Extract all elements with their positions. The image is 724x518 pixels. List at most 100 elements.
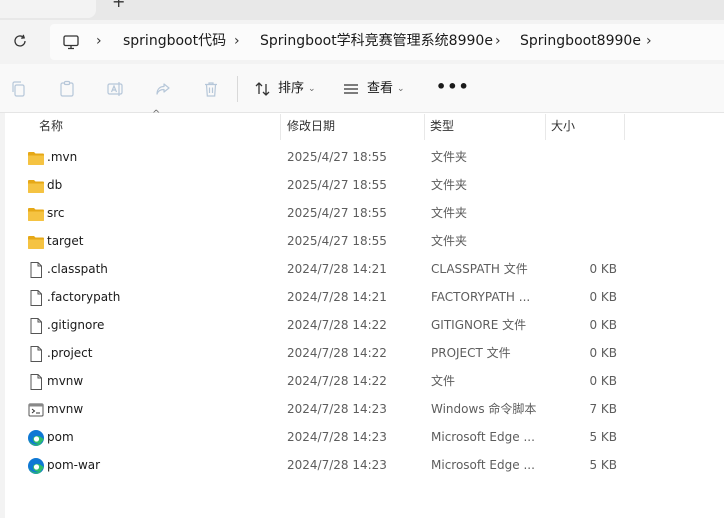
refresh-icon[interactable] bbox=[11, 32, 29, 50]
file-type: 文件夹 bbox=[431, 234, 468, 248]
file-name: .classpath bbox=[47, 262, 108, 276]
view-label: 查看 bbox=[367, 81, 394, 96]
file-size: 0 KB bbox=[589, 346, 617, 360]
breadcrumb-item-current[interactable]: Springboot8990e bbox=[520, 33, 641, 50]
table-row[interactable]: mvnw 2024/7/28 14:23 Windows 命令脚本 7 KB bbox=[5, 396, 724, 424]
file-modified-date: 2024/7/28 14:21 bbox=[287, 290, 387, 304]
file-name: pom-war bbox=[47, 458, 101, 472]
edge-icon bbox=[27, 429, 45, 447]
file-name: src bbox=[47, 206, 65, 220]
column-header-size[interactable]: 大小 bbox=[551, 119, 575, 134]
toolbar-divider bbox=[237, 76, 238, 102]
rename-icon[interactable] bbox=[106, 80, 124, 98]
file-size: 0 KB bbox=[589, 318, 617, 332]
file-modified-date: 2024/7/28 14:21 bbox=[287, 262, 387, 276]
file-modified-date: 2025/4/27 18:55 bbox=[287, 178, 387, 192]
cmd-script-icon bbox=[27, 401, 45, 419]
paste-icon[interactable] bbox=[58, 80, 76, 98]
file-modified-date: 2024/7/28 14:23 bbox=[287, 458, 387, 472]
file-modified-date: 2025/4/27 18:55 bbox=[287, 150, 387, 164]
table-row[interactable]: .gitignore 2024/7/28 14:22 GITIGNORE 文件 0 K… bbox=[5, 312, 724, 340]
copy-icon[interactable] bbox=[10, 80, 28, 98]
file-size: 0 KB bbox=[589, 374, 617, 388]
file-icon bbox=[27, 317, 45, 335]
file-name: .gitignore bbox=[47, 318, 105, 332]
table-row[interactable]: .project 2024/7/28 14:22 PROJECT 文件 0 KB bbox=[5, 340, 724, 368]
file-type: CLASSPATH 文件 bbox=[431, 262, 528, 276]
edge-icon bbox=[27, 457, 45, 475]
delete-icon[interactable] bbox=[202, 80, 220, 98]
file-type: 文件夹 bbox=[431, 150, 468, 164]
file-modified-date: 2024/7/28 14:22 bbox=[287, 318, 387, 332]
folder-icon bbox=[27, 233, 45, 251]
file-name: .project bbox=[47, 346, 93, 360]
breadcrumb-chevron-icon[interactable]: › bbox=[646, 33, 656, 49]
folder-icon bbox=[27, 149, 45, 167]
sort-ascending-icon: ^ bbox=[152, 109, 161, 120]
file-name: .mvn bbox=[47, 150, 78, 164]
this-pc-icon[interactable] bbox=[62, 33, 80, 51]
view-button[interactable]: 查看 ⌄ bbox=[343, 78, 407, 100]
table-row[interactable]: target 2025/4/27 18:55 文件夹 bbox=[5, 228, 724, 256]
sort-icon bbox=[255, 82, 270, 96]
file-modified-date: 2024/7/28 14:22 bbox=[287, 346, 387, 360]
column-header-name[interactable]: 名称 bbox=[39, 119, 63, 134]
file-icon bbox=[27, 345, 45, 363]
file-size: 5 KB bbox=[589, 430, 617, 444]
breadcrumb-item-project[interactable]: Springboot学科竞赛管理系统8990e bbox=[260, 33, 493, 50]
column-divider[interactable] bbox=[624, 114, 625, 140]
file-type: Microsoft Edge ... bbox=[431, 430, 535, 444]
file-size: 0 KB bbox=[589, 290, 617, 304]
folder-icon bbox=[27, 205, 45, 223]
column-header-date[interactable]: 修改日期 bbox=[287, 119, 335, 134]
address-bar-row: › springboot代码 › Springboot学科竞赛管理系统8990e… bbox=[0, 20, 724, 64]
view-list-icon bbox=[344, 84, 358, 94]
file-size: 5 KB bbox=[589, 458, 617, 472]
sort-label: 排序 bbox=[278, 81, 305, 96]
breadcrumb-item-springboot[interactable]: springboot代码 bbox=[123, 33, 226, 50]
new-tab-icon[interactable]: + bbox=[112, 0, 125, 10]
column-divider[interactable] bbox=[545, 114, 546, 140]
file-type: GITIGNORE 文件 bbox=[431, 318, 527, 332]
file-type: PROJECT 文件 bbox=[431, 346, 511, 360]
active-tab[interactable]: × bbox=[0, 0, 96, 18]
table-row[interactable]: db 2025/4/27 18:55 文件夹 bbox=[5, 172, 724, 200]
file-type: FACTORYPATH ... bbox=[431, 290, 531, 304]
file-size: 7 KB bbox=[589, 402, 617, 416]
column-header-type[interactable]: 类型 bbox=[430, 119, 454, 134]
column-header-row: ^ 名称 修改日期 类型 大小 bbox=[5, 109, 724, 141]
file-icon bbox=[27, 373, 45, 391]
chevron-down-icon: ⌄ bbox=[308, 84, 316, 94]
breadcrumb-chevron-icon[interactable]: › bbox=[495, 33, 505, 49]
command-bar: 排序 ⌄ 查看 ⌄ ••• bbox=[0, 64, 724, 113]
address-bar[interactable]: › springboot代码 › Springboot学科竞赛管理系统8990e… bbox=[50, 24, 724, 60]
file-modified-date: 2024/7/28 14:23 bbox=[287, 402, 387, 416]
file-modified-date: 2025/4/27 18:55 bbox=[287, 206, 387, 220]
table-row[interactable]: mvnw 2024/7/28 14:22 文件 0 KB bbox=[5, 368, 724, 396]
table-row[interactable]: .mvn 2025/4/27 18:55 文件夹 bbox=[5, 144, 724, 172]
table-row[interactable]: .classpath 2024/7/28 14:21 CLASSPATH 文件 0 K… bbox=[5, 256, 724, 284]
file-modified-date: 2024/7/28 14:22 bbox=[287, 374, 387, 388]
file-type: 文件夹 bbox=[431, 178, 468, 192]
file-size: 0 KB bbox=[589, 262, 617, 276]
column-divider[interactable] bbox=[424, 114, 425, 140]
file-name: .factorypath bbox=[47, 290, 121, 304]
file-type: Windows 命令脚本 bbox=[431, 402, 537, 416]
table-row[interactable]: .factorypath 2024/7/28 14:21 FACTORYPATH .… bbox=[5, 284, 724, 312]
table-row[interactable]: src 2025/4/27 18:55 文件夹 bbox=[5, 200, 724, 228]
breadcrumb-chevron-icon[interactable]: › bbox=[96, 33, 106, 49]
file-name: pom bbox=[47, 430, 74, 444]
file-name: db bbox=[47, 178, 63, 192]
chevron-down-icon: ⌄ bbox=[397, 84, 405, 94]
folder-icon bbox=[27, 177, 45, 195]
share-icon[interactable] bbox=[154, 80, 172, 98]
file-type: 文件 bbox=[431, 374, 456, 388]
more-options-icon[interactable]: ••• bbox=[436, 79, 469, 98]
sort-button[interactable]: 排序 ⌄ bbox=[254, 78, 318, 100]
file-name: mvnw bbox=[47, 402, 84, 416]
table-row[interactable]: pom-war 2024/7/28 14:23 Microsoft Edge ...… bbox=[5, 452, 724, 480]
column-divider[interactable] bbox=[280, 114, 281, 140]
breadcrumb-chevron-icon[interactable]: › bbox=[234, 33, 244, 49]
table-row[interactable]: pom 2024/7/28 14:23 Microsoft Edge ... 5 KB bbox=[5, 424, 724, 452]
file-modified-date: 2025/4/27 18:55 bbox=[287, 234, 387, 248]
